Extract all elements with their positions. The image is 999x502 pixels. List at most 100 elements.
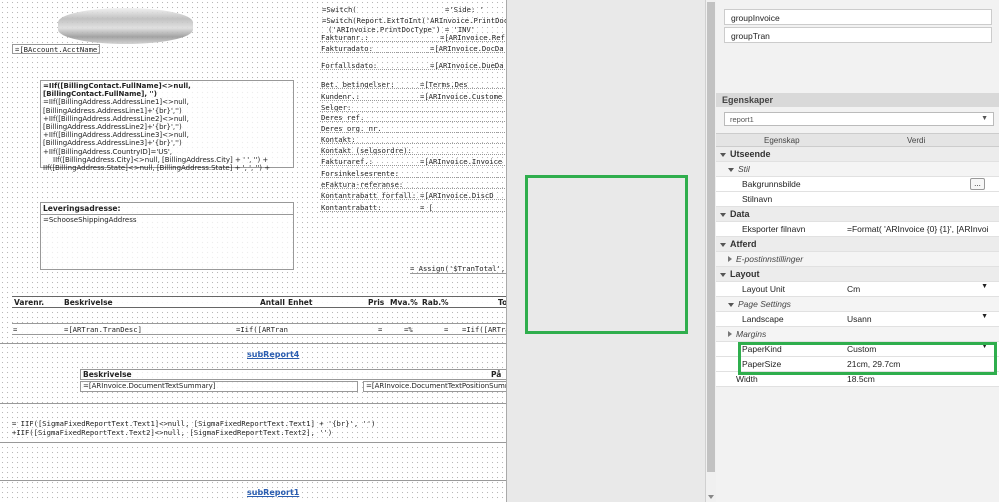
terms-row[interactable]: Kontakt (selgsordre): (320, 146, 505, 155)
expand-caret-icon[interactable] (720, 243, 726, 247)
vertical-scrollbar[interactable] (705, 0, 716, 502)
billing-address-box[interactable]: =IIf([BillingContact.FullName]<>null, [B… (40, 80, 294, 172)
row-field-total[interactable]: =Iif([ARTran (462, 325, 506, 334)
terms-value[interactable]: = [ (420, 203, 433, 211)
sigma-text-field-2[interactable]: +IIF([SigmaFixedReportText.Text2]<>null,… (12, 428, 506, 437)
terms-row[interactable]: Bet. betingelser: =[Terms.Des (320, 80, 505, 89)
group-item-tran[interactable]: groupTran (724, 27, 992, 43)
property-grid-header: Egenskap Verdi (716, 133, 999, 147)
invoice-info-value[interactable]: =[ARInvoice.DocDa (430, 44, 504, 52)
report-design-canvas[interactable]: =[BAccount.AcctName] =Switch( ='Side: ' … (0, 0, 507, 502)
property-key: Layout Unit (742, 284, 785, 294)
subreport1-link[interactable]: subReport1 (247, 488, 299, 497)
sigma-text-field-1[interactable]: = IIF([SigmaFixedReportText.Text1]<>null… (12, 419, 506, 428)
logo-image[interactable] (58, 8, 193, 44)
property-row-layout[interactable]: Layout (716, 267, 999, 282)
terms-row[interactable]: Kontantrabatt forfall: =[ARInvoice.DiscD (320, 191, 505, 200)
invoice-info-label: Fakturanr.: (321, 33, 369, 42)
row-field-trandesc[interactable]: =[ARTran.TranDesc] (64, 325, 142, 334)
property-key: Margins (736, 329, 767, 339)
invoice-info-value[interactable]: =[ARInvoice.Ref (440, 33, 505, 41)
expand-caret-icon[interactable] (720, 213, 726, 217)
expand-caret-icon[interactable] (728, 303, 734, 307)
expand-caret-icon[interactable] (728, 331, 732, 337)
detail-table-header[interactable]: Varenr. Beskrivelse Antall Enhet Pris Mv… (12, 296, 506, 308)
col-property: Egenskap (764, 136, 800, 145)
invoice-info-value[interactable]: =[ARInvoice.DueDa (430, 61, 504, 69)
scrollbar-thumb[interactable] (707, 2, 715, 472)
terms-label: Kundenr.: (321, 92, 360, 101)
subreport4-link[interactable]: subReport4 (247, 350, 299, 359)
document-text-position-field[interactable]: =[ARInvoice.DocumentTextPositionSumm (363, 381, 506, 392)
property-key: Data (730, 209, 750, 219)
detail-table-row[interactable]: = =[ARTran.TranDesc] =Iif([ARTran = =% =… (12, 323, 506, 335)
address-line-3: +IIf([BillingAddress.AddressLine2]<>null… (43, 114, 189, 123)
terms-row[interactable]: Kontantrabatt: = [ (320, 203, 505, 212)
property-row-stil[interactable]: Stil (716, 162, 999, 177)
property-value[interactable]: 18.5cm (847, 374, 997, 384)
invoice-info-row-0[interactable]: Fakturanr.: =[ARInvoice.Ref (320, 33, 505, 42)
property-row-eksporter-filnavn[interactable]: Eksporter filnavn =Format( 'ARInvoice {0}… (716, 222, 999, 237)
property-row-page-settings[interactable]: Page Settings (716, 297, 999, 312)
terms-value[interactable]: =[ARInvoice.Invoice (420, 157, 502, 165)
expand-caret-icon[interactable] (720, 273, 726, 277)
terms-label: eFaktura-referanse: (321, 180, 404, 189)
col-header-pris: Pris (368, 298, 385, 307)
terms-label: Selger: (321, 103, 352, 112)
property-row-stilnavn[interactable]: Stilnavn (716, 192, 999, 207)
property-row-landscape[interactable]: Landscape Usann ▼ (716, 312, 999, 327)
invoice-info-row-1[interactable]: Fakturadato: =[ARInvoice.DocDa (320, 44, 505, 53)
acct-name-field[interactable]: =[BAccount.AcctName] (12, 44, 100, 54)
terms-row[interactable]: Kontakt: (320, 135, 505, 144)
address-line-8: IIf([BillingAddress.City]<>null, [Billin… (53, 155, 269, 164)
terms-row[interactable]: Forsinkelsesrente: (320, 169, 505, 178)
property-row-e-postinnstillinger[interactable]: E-postinnstillinger (716, 252, 999, 267)
invoice-info-row-2[interactable]: Forfallsdato: =[ARInvoice.DueDa (320, 61, 505, 70)
shipping-address-box[interactable]: Leveringsadresse: =SchooseShippingAddres… (40, 202, 294, 270)
property-dropdown[interactable]: Cm ▼ (843, 283, 993, 295)
row-field-price[interactable]: = (378, 325, 382, 334)
terms-row[interactable]: eFaktura-referanse: (320, 180, 505, 189)
terms-label: Bet. betingelser: (321, 80, 395, 89)
terms-row[interactable]: Fakturaref.: =[ARInvoice.Invoice (320, 157, 505, 166)
terms-value[interactable]: =[ARInvoice.DiscD (420, 191, 494, 199)
expand-caret-icon[interactable] (720, 153, 726, 157)
terms-row[interactable]: Deres ref. (320, 113, 505, 122)
row-field-vat[interactable]: =% (404, 325, 413, 334)
property-dropdown[interactable]: Usann ▼ (843, 313, 993, 325)
group-item-invoice[interactable]: groupInvoice (724, 9, 992, 25)
property-key: Eksporter filnavn (742, 224, 806, 234)
row-field-disc[interactable]: = (444, 325, 448, 334)
object-selector[interactable]: report1 ▼ (724, 112, 994, 126)
row-field-qty[interactable]: =Iif([ARTran (236, 325, 288, 334)
property-row-margins[interactable]: Margins (716, 327, 999, 342)
expand-caret-icon[interactable] (728, 256, 732, 262)
assign-total-field[interactable]: = Assign('$TranTotal', (410, 264, 506, 274)
switch-field-1[interactable]: =Switch( (322, 5, 442, 14)
document-text-header[interactable]: Beskrivelse På (80, 369, 506, 380)
terms-row[interactable]: Deres org. nr. (320, 124, 505, 133)
property-key: Width (736, 374, 758, 384)
switch-field-2[interactable]: =Switch(Report.ExtToInt('ARInvoice.Print… (322, 16, 506, 25)
terms-row[interactable]: Kundenr.: =[ARInvoice.Custome (320, 92, 505, 101)
scroll-down-icon[interactable] (708, 495, 714, 499)
property-value[interactable]: =Format( 'ARInvoice {0} {1}', [ARInvoi (847, 224, 997, 234)
property-row-layout-unit[interactable]: Layout Unit Cm ▼ (716, 282, 999, 297)
page-number-field[interactable]: ='Side: ' (445, 5, 505, 14)
property-row-utseende[interactable]: Utseende (716, 147, 999, 162)
property-key: Utseende (730, 149, 771, 159)
terms-value[interactable]: =[ARInvoice.Custome (420, 92, 502, 100)
document-text-summary-field[interactable]: =[ARInvoice.DocumentTextSummary] (80, 381, 358, 392)
row-field-inventory[interactable]: = (13, 325, 17, 334)
terms-label: Forsinkelsesrente: (321, 169, 399, 178)
browse-button[interactable]: ... (970, 178, 985, 190)
expand-caret-icon[interactable] (728, 168, 734, 172)
invoice-info-label: Forfallsdato: (321, 61, 378, 70)
shipping-field[interactable]: =SchooseShippingAddress (41, 215, 293, 225)
terms-value[interactable]: =[Terms.Des (420, 80, 468, 88)
property-row-bakgrunnsbilde[interactable]: Bakgrunnsbilde... (716, 177, 999, 192)
property-row-atferd[interactable]: Atferd (716, 237, 999, 252)
property-row-data[interactable]: Data (716, 207, 999, 222)
address-line-4: [BillingAddress.AddressLine2]+'{br}','') (43, 123, 182, 132)
terms-row[interactable]: Selger: (320, 103, 505, 112)
